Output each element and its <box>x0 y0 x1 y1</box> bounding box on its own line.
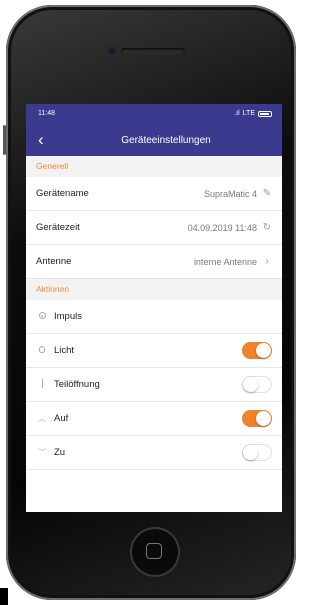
partial-open-toggle[interactable] <box>242 376 272 393</box>
chevron-right-icon: › <box>265 256 269 267</box>
signal-icon: .ıl <box>234 110 240 117</box>
chevron-up-icon: ︿ <box>38 414 46 423</box>
battery-icon <box>258 110 272 117</box>
light-label: Licht <box>54 345 75 356</box>
device-name-label: Gerätename <box>36 188 89 199</box>
open-row: ︿ Auf <box>26 402 282 436</box>
open-toggle[interactable] <box>242 410 272 427</box>
partial-open-icon <box>36 379 48 390</box>
front-camera <box>107 46 117 56</box>
status-bar: 11:48 .ıl LTE <box>26 110 282 122</box>
impulse-row[interactable]: Impuls <box>26 300 282 334</box>
phone-frame: 11:48 .ıl LTE ‹ Geräteeinstellungen Gene… <box>3 5 296 600</box>
app-screen: 11:48 .ıl LTE ‹ Geräteeinstellungen Gene… <box>26 104 282 512</box>
status-time: 11:48 <box>38 110 55 117</box>
chevron-down-icon: ﹀ <box>38 448 46 457</box>
network-type: LTE <box>242 110 255 117</box>
home-button[interactable] <box>130 527 180 577</box>
sync-icon[interactable]: ↻ <box>262 222 272 233</box>
section-header-general: Generell <box>26 156 282 177</box>
home-square-icon <box>146 543 162 559</box>
bulb-icon <box>36 346 48 355</box>
close-toggle[interactable] <box>242 444 272 461</box>
device-time-value: 04.09.2019 11:48 <box>187 222 257 233</box>
status-indicators: .ıl LTE <box>234 110 272 117</box>
device-time-row[interactable]: Gerätezeit 04.09.2019 11:48 ↻ <box>26 211 282 245</box>
partial-open-label: Teilöffnung <box>54 379 100 390</box>
light-row: Licht <box>26 334 282 368</box>
navigation-bar: 11:48 .ıl LTE ‹ Geräteeinstellungen <box>26 104 282 156</box>
section-header-actions: Aktionen <box>26 279 282 300</box>
open-label: Auf <box>54 413 69 424</box>
earpiece-speaker <box>121 48 185 55</box>
radio-icon <box>36 312 48 321</box>
antenna-label: Antenne <box>36 256 72 267</box>
partial-open-row: Teilöffnung <box>26 368 282 402</box>
corner-mark <box>0 588 8 605</box>
page-title: Geräteeinstellungen <box>121 135 211 146</box>
pencil-icon[interactable]: ✎ <box>262 188 272 199</box>
antenna-value: interne Antenne <box>193 256 257 267</box>
close-label: Zu <box>54 447 66 458</box>
close-row: ﹀ Zu <box>26 436 282 470</box>
impulse-label: Impuls <box>54 311 82 322</box>
device-name-row[interactable]: Gerätename SupraMatic 4 ✎ <box>26 177 282 211</box>
light-toggle[interactable] <box>242 342 272 359</box>
device-name-value: SupraMatic 4 <box>203 188 257 199</box>
antenna-row[interactable]: Antenne interne Antenne › <box>26 245 282 279</box>
device-time-label: Gerätezeit <box>36 222 80 233</box>
